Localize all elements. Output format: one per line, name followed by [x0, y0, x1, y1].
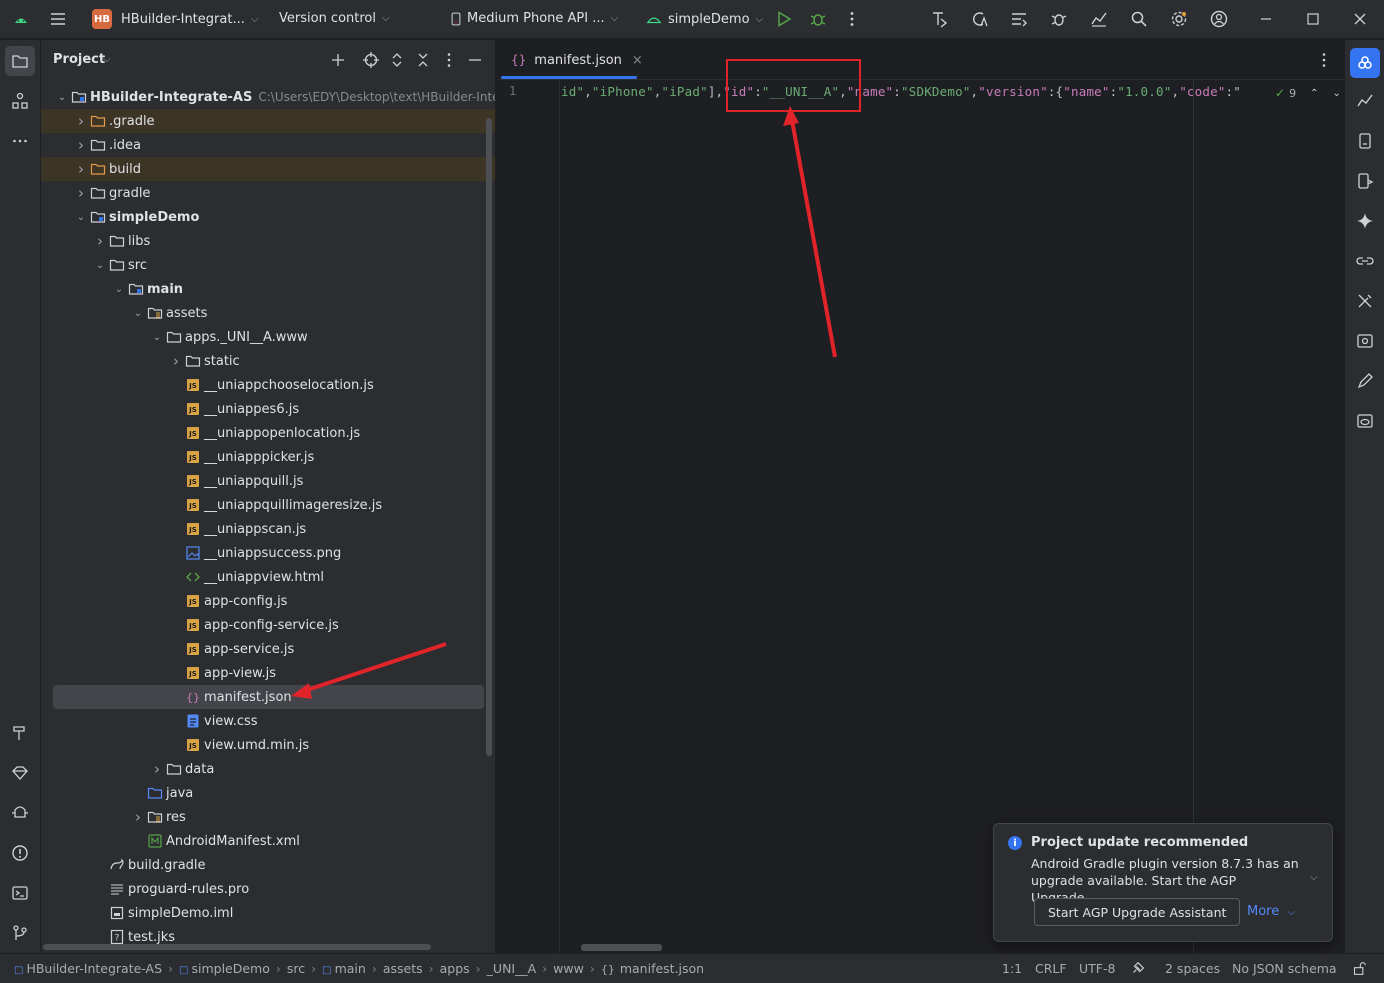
annotation-arrow-code [790, 119, 837, 358]
annotation-arrows [291, 106, 837, 699]
annotation-arrow-tree [303, 642, 447, 693]
annotation-arrowhead-code [783, 106, 799, 126]
annotation-arrowhead-tree [291, 683, 312, 699]
